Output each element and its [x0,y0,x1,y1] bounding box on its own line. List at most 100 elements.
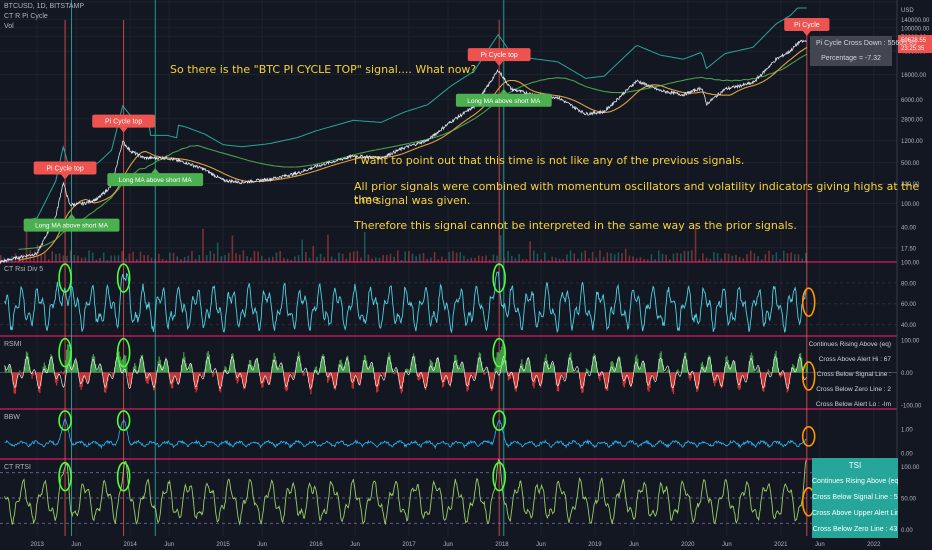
rsmi-bar [672,372,675,395]
rsmi-bar [277,369,280,373]
volume-bar [459,252,462,262]
price-axis-tick: 100000.00 [901,26,930,32]
time-axis-tick: 2018 [495,542,509,548]
time-axis-tick: 2022 [867,542,881,548]
volume-bar [128,253,131,262]
volume-bar [124,258,127,262]
tsi-row: Cross Below Signal Line : 5 [812,494,898,501]
rsmi-bar [55,372,58,386]
rsmi-bar [111,372,114,378]
volume-bar [624,248,627,262]
rsmi-side-label: Cross Below Zero Line : 2 [816,386,891,393]
volume-bar [437,259,440,262]
volume-bar [139,251,142,262]
volume-bar [341,253,344,262]
rsmi-bar [376,372,378,393]
volume-bar [628,255,631,262]
rsmi-bar [782,372,784,376]
pi-cycle-top-text: Pi Cycle [794,22,820,29]
price-axis-tick: 140000.00 [901,18,930,24]
chart-background [0,0,932,550]
volume-bar [632,256,634,262]
rsmi-bar [68,344,70,373]
volume-bar [286,258,289,262]
volume-bar [169,252,171,262]
indicator-line[interactable]: CT R Pi Cycle [4,12,84,22]
long-ma-text: Long MA above short MA [467,98,541,105]
volume-bar [757,256,759,262]
rsmi-bar [407,369,409,373]
volume-bar [595,257,598,262]
rsmi-bar [32,372,34,376]
volume-bar [66,255,68,262]
volume-bar [275,252,278,262]
volume-bar [106,259,109,262]
volume-bar [305,251,307,262]
volume-bar [470,257,473,262]
time-axis-tick: 2013 [31,542,45,548]
rsmi-bar [298,351,300,373]
rsmi-bar [45,367,48,373]
osc-axis-tick: 40.00 [901,323,917,329]
volume-bar [290,259,292,262]
volume-bar [294,256,296,262]
volume-bar [172,252,175,262]
volume-bar [378,257,381,262]
volume-bar [540,259,542,262]
volume-bar [165,259,168,262]
rsmi-bar [733,360,735,373]
rsmi-bar [431,362,434,373]
volume-bar [150,257,153,262]
rsmi-bar [110,372,112,374]
rsmi-bar [176,372,178,381]
symbol-line[interactable]: BTCUSD, 1D, BITSTAMP [4,2,84,12]
volume-bar [202,228,204,262]
volume-bar [782,250,785,262]
rsmi-bar [775,350,777,373]
rsmi-bar [483,372,485,375]
volume-bar [724,253,726,262]
volume-bar [183,256,186,262]
volume-label[interactable]: Vol [4,22,84,32]
rsmi-bar [786,372,788,393]
rsmi-side-label: Continues Rising Above (eq) [809,341,891,348]
rsmi-bar [768,370,771,373]
rsmi-bar [544,357,546,373]
rsmi-bar [207,350,209,373]
price-axis-tick: 16000.00 [901,73,927,79]
rsmi-bar [581,372,583,393]
rsmi-bar [798,353,801,373]
rsmi-bar [261,372,263,388]
volume-bar [742,258,745,262]
volume-bar [246,256,248,262]
rsmi-bar [292,372,294,378]
volume-bar [95,259,98,262]
rsmi-bar [667,369,669,373]
rsmi-bar [497,352,499,373]
volume-bar [161,258,164,262]
volume-bar [73,255,76,262]
price-axis-tick: 2800.00 [901,117,923,123]
volume-bar [88,250,90,262]
volume-bar [323,257,326,262]
volume-bar [544,252,546,262]
rsmi-bar [62,372,64,375]
rsmi-bar [206,352,208,373]
rsmi-bar [97,371,99,373]
osc-axis-tick: 1.00 [901,428,913,434]
rsmi-bar [473,372,475,378]
price-axis-unit: USD [901,8,914,14]
volume-bar [448,251,451,262]
volume-bar [396,250,399,262]
rsmi-bar [737,372,739,389]
annotation-para3: Therefore this signal cannot be interpre… [354,219,797,232]
rsmi-bar [677,369,679,373]
price-axis-tick: 500.00 [901,161,920,167]
price-axis-tick: 17.50 [901,246,917,252]
volume-bar [191,250,193,262]
annotation-para2b: the signal was given. [354,194,471,207]
rsmi-bar [212,372,214,378]
volume-bar [669,259,671,262]
rsmi-bar [389,355,391,373]
volume-bar [547,259,550,262]
